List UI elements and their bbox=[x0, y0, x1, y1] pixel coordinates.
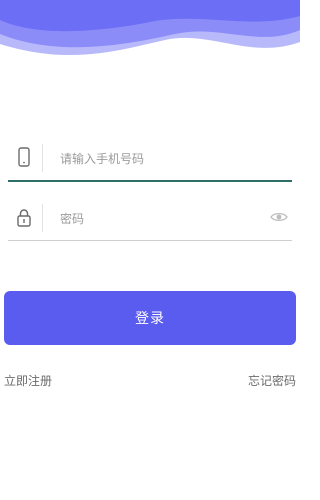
eye-icon[interactable] bbox=[270, 210, 288, 224]
login-page: 登录 立即注册 忘记密码 bbox=[0, 0, 300, 500]
password-input[interactable] bbox=[58, 205, 272, 233]
login-button[interactable]: 登录 bbox=[4, 291, 296, 345]
phone-field-divider bbox=[42, 144, 43, 172]
phone-field bbox=[8, 136, 292, 182]
phone-input[interactable] bbox=[58, 145, 272, 173]
lock-icon bbox=[17, 209, 31, 227]
forgot-password-link[interactable]: 忘记密码 bbox=[248, 372, 296, 389]
register-link[interactable]: 立即注册 bbox=[4, 372, 52, 389]
phone-icon bbox=[18, 147, 30, 167]
password-field-divider bbox=[42, 204, 43, 232]
password-field bbox=[8, 196, 292, 241]
wave-header bbox=[0, 0, 300, 56]
